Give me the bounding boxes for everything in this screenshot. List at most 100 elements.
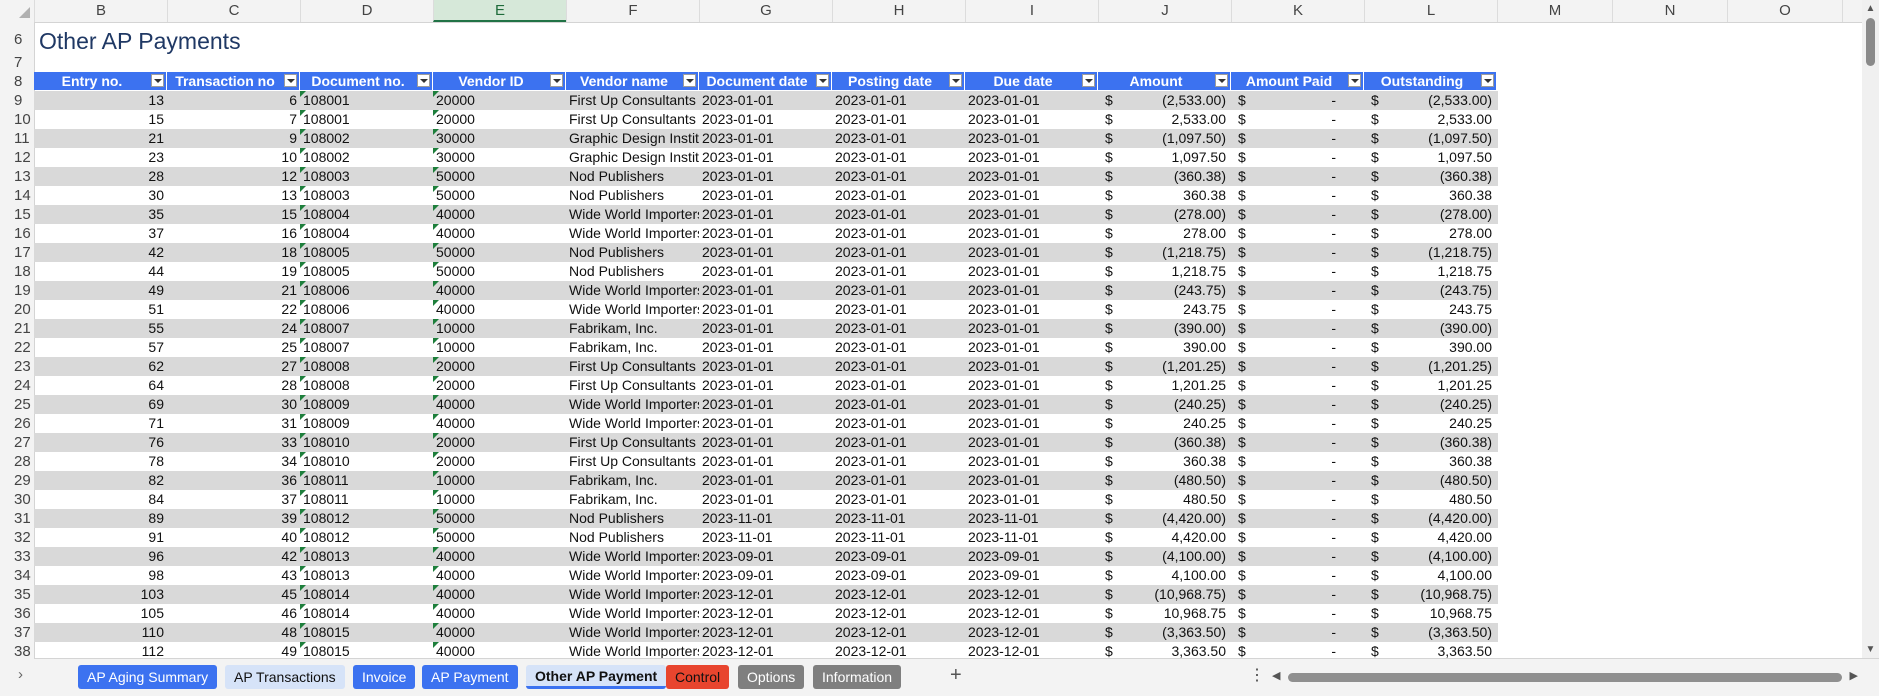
cell-pdate[interactable]: 2023-01-01 [832,262,965,281]
cell-amount[interactable]: $ (10,968.75) [1098,585,1231,604]
cell-amount[interactable]: $4,100.00 [1098,566,1231,585]
filter-dropdown-icon[interactable] [151,74,164,87]
sheet-tab-options[interactable]: Options [738,665,805,689]
cell-pdate[interactable]: 2023-01-01 [832,205,965,224]
cell-due[interactable]: 2023-12-01 [965,604,1098,623]
cell-txn[interactable]: 9 [167,129,300,148]
cell-out[interactable]: $240.25 [1364,414,1497,433]
cell-due[interactable]: 2023-09-01 [965,566,1098,585]
row-header[interactable]: 28 [0,452,34,471]
cell-vname[interactable]: Wide World Importers [566,547,699,566]
cell-ddate[interactable]: 2023-09-01 [699,547,832,566]
cell-amount[interactable]: $ (360.38) [1098,433,1231,452]
cell-ddate[interactable]: 2023-11-01 [699,509,832,528]
cell-due[interactable]: 2023-01-01 [965,395,1098,414]
cell-due[interactable]: 2023-01-01 [965,490,1098,509]
cell-out[interactable]: $1,201.25 [1364,376,1497,395]
row-header[interactable]: 31 [0,509,34,528]
cell-paid[interactable]: $ - [1231,585,1364,604]
cell-pdate[interactable]: 2023-01-01 [832,243,965,262]
cell-paid[interactable]: $ - [1231,148,1364,167]
cell-vid[interactable]: 40000 [433,623,566,642]
cell-due[interactable]: 2023-12-01 [965,585,1098,604]
cell-out[interactable]: $ (4,420.00) [1364,509,1497,528]
cell-amount[interactable]: $ (4,100.00) [1098,547,1231,566]
cell-ddate[interactable]: 2023-01-01 [699,433,832,452]
cell-ddate[interactable]: 2023-01-01 [699,167,832,186]
cell-out[interactable]: $1,218.75 [1364,262,1497,281]
row-header[interactable]: 11 [0,129,34,148]
cell-entry[interactable]: 42 [34,243,167,262]
cell-pdate[interactable]: 2023-01-01 [832,338,965,357]
cell-due[interactable]: 2023-01-01 [965,186,1098,205]
cell-out[interactable]: $ (240.25) [1364,395,1497,414]
cell-doc[interactable]: 108012 [300,509,433,528]
cell-ddate[interactable]: 2023-01-01 [699,357,832,376]
cell-txn[interactable]: 42 [167,547,300,566]
sheet-tab-information[interactable]: Information [813,665,902,689]
row-header[interactable]: 29 [0,471,34,490]
cell-pdate[interactable]: 2023-01-01 [832,129,965,148]
row-header[interactable]: 24 [0,376,34,395]
cell-txn[interactable]: 13 [167,186,300,205]
row-header[interactable]: 35 [0,585,34,604]
cell-vname[interactable]: Fabrikam, Inc. [566,471,699,490]
cell-ddate[interactable]: 2023-01-01 [699,300,832,319]
cell-out[interactable]: $243.75 [1364,300,1497,319]
cell-pdate[interactable]: 2023-01-01 [832,281,965,300]
cell-entry[interactable]: 51 [34,300,167,319]
cell-vid[interactable]: 40000 [433,566,566,585]
cell-ddate[interactable]: 2023-12-01 [699,642,832,658]
cell-pdate[interactable]: 2023-01-01 [832,414,965,433]
cell-vname[interactable]: First Up Consultants [566,376,699,395]
cell-paid[interactable]: $ - [1231,281,1364,300]
cell-doc[interactable]: 108002 [300,148,433,167]
cell-pdate[interactable]: 2023-01-01 [832,471,965,490]
cell-txn[interactable]: 18 [167,243,300,262]
cell-vname[interactable]: Wide World Importers [566,395,699,414]
cell-pdate[interactable]: 2023-01-01 [832,110,965,129]
cell-due[interactable]: 2023-01-01 [965,452,1098,471]
cell-out[interactable]: $ (360.38) [1364,167,1497,186]
column-header-m[interactable]: M [1497,0,1612,22]
cell-due[interactable]: 2023-01-01 [965,110,1098,129]
cell-pdate[interactable]: 2023-01-01 [832,376,965,395]
cell-paid[interactable]: $ - [1231,224,1364,243]
cell-txn[interactable]: 49 [167,642,300,658]
cell-paid[interactable]: $ - [1231,319,1364,338]
cell-vid[interactable]: 10000 [433,490,566,509]
cell-doc[interactable]: 108001 [300,91,433,110]
cell-out[interactable]: $ (480.50) [1364,471,1497,490]
cell-vid[interactable]: 10000 [433,471,566,490]
cell-pdate[interactable]: 2023-01-01 [832,433,965,452]
cell-txn[interactable]: 46 [167,604,300,623]
cell-pdate[interactable]: 2023-12-01 [832,623,965,642]
row-header[interactable]: 20 [0,300,34,319]
column-header-e[interactable]: E [433,0,566,22]
row-header[interactable]: 26 [0,414,34,433]
cell-vid[interactable]: 10000 [433,319,566,338]
cell-due[interactable]: 2023-01-01 [965,91,1098,110]
cell-pdate[interactable]: 2023-09-01 [832,566,965,585]
cell-vid[interactable]: 50000 [433,262,566,281]
cell-ddate[interactable]: 2023-01-01 [699,281,832,300]
cell-txn[interactable]: 19 [167,262,300,281]
row-header[interactable]: 21 [0,319,34,338]
cell-amount[interactable]: $240.25 [1098,414,1231,433]
cell-doc[interactable]: 108002 [300,129,433,148]
cell-ddate[interactable]: 2023-01-01 [699,129,832,148]
cell-paid[interactable]: $ - [1231,547,1364,566]
cell-due[interactable]: 2023-01-01 [965,471,1098,490]
cell-doc[interactable]: 108004 [300,205,433,224]
cell-vname[interactable]: Nod Publishers [566,509,699,528]
cell-amount[interactable]: $1,201.25 [1098,376,1231,395]
cell-entry[interactable]: 21 [34,129,167,148]
cell-doc[interactable]: 108005 [300,262,433,281]
cell-entry[interactable]: 89 [34,509,167,528]
cell-out[interactable]: $ (1,201.25) [1364,357,1497,376]
cell-entry[interactable]: 105 [34,604,167,623]
cell-entry[interactable]: 49 [34,281,167,300]
cell-pdate[interactable]: 2023-09-01 [832,547,965,566]
cell-paid[interactable]: $ - [1231,357,1364,376]
cell-vname[interactable]: Nod Publishers [566,167,699,186]
